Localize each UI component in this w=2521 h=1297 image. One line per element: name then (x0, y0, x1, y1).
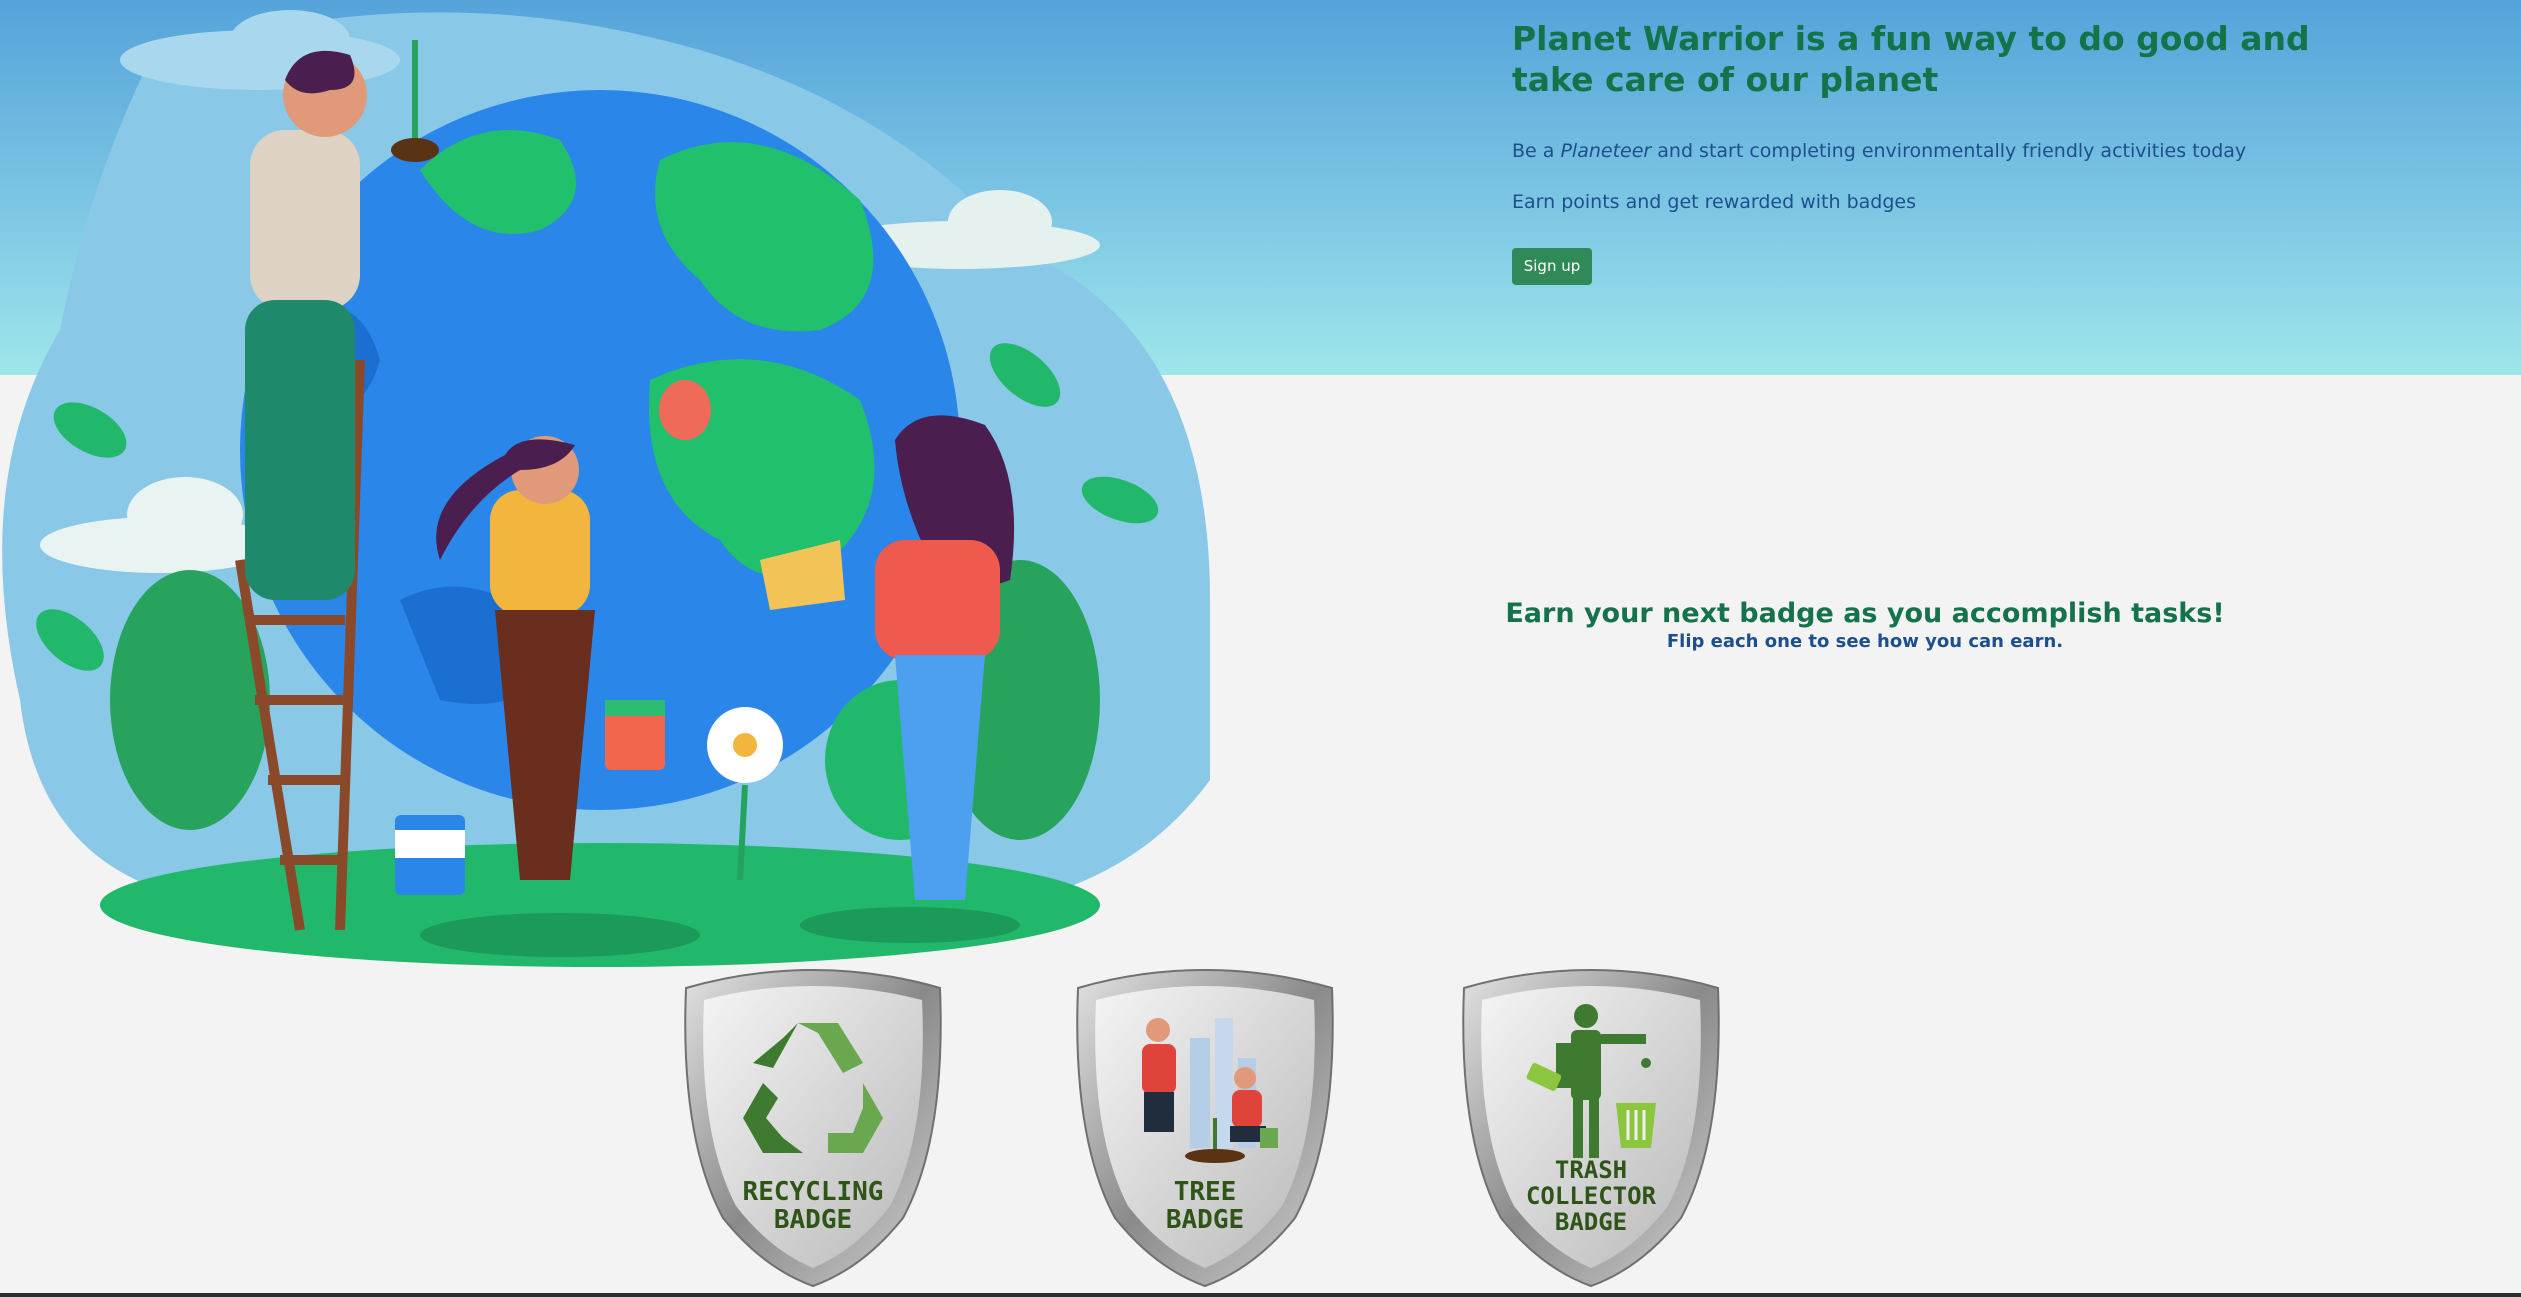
badge-label-line1: RECYCLING (743, 1177, 884, 1207)
badge-label-line2: BADGE (1166, 1205, 1244, 1235)
badge-label-line2: COLLECTOR (1526, 1182, 1657, 1210)
tagline-start: Be a (1512, 140, 1561, 162)
tagline-end: and start completing environmentally fri… (1651, 140, 2247, 162)
badge-card-recycling[interactable]: RECYCLING BADGE (678, 968, 948, 1290)
earn-section: Earn your next badge as you accomplish t… (1460, 597, 2270, 653)
badge-card-trash-collector[interactable]: TRASH COLLECTOR BADGE (1456, 968, 1726, 1290)
page-bottom-border (0, 1293, 2521, 1297)
badge-card-tree[interactable]: TREE BADGE (1070, 968, 1340, 1290)
earn-subtitle: Flip each one to see how you can earn. (1666, 631, 2064, 652)
badge-label-line3: BADGE (1555, 1208, 1627, 1236)
hero-points-line: Earn points and get rewarded with badges (1512, 191, 1916, 213)
hero-text: Planet Warrior is a fun way to do good a… (1512, 18, 2392, 285)
hero-illustration (0, 0, 1210, 970)
tagline-emphasis: Planeteer (1560, 140, 1652, 162)
hero-tagline: Be a Planeteer and start completing envi… (1512, 139, 2392, 163)
hero-title: Planet Warrior is a fun way to do good a… (1512, 19, 2310, 99)
badge-label-line1: TRASH (1555, 1156, 1627, 1184)
earn-title: Earn your next badge as you accomplish t… (1505, 598, 2225, 629)
badge-label-line2: BADGE (774, 1205, 852, 1235)
paint-bucket (395, 815, 465, 895)
signup-button[interactable]: Sign up (1512, 248, 1592, 285)
badge-label-line1: TREE (1174, 1177, 1237, 1207)
